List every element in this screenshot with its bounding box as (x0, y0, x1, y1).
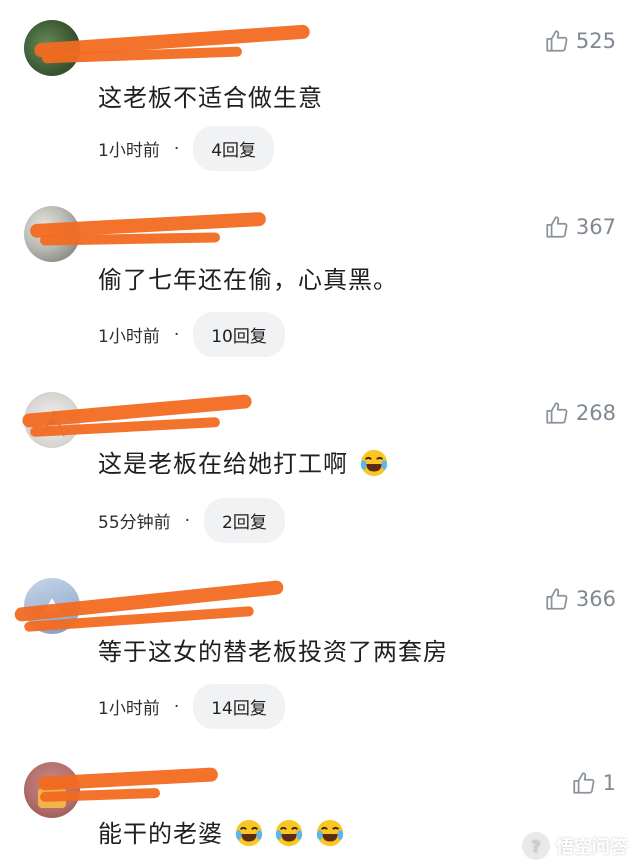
meta-separator: · (184, 510, 191, 531)
thumbs-up-icon (546, 402, 568, 424)
like-button[interactable]: 268 (544, 400, 616, 426)
thumbs-up-icon (546, 30, 568, 52)
meta-separator: · (173, 138, 180, 159)
comment-item: 366 等于这女的替老板投资了两套房 1小时前 · 14回复 (0, 578, 640, 738)
reply-count-button[interactable]: 14回复 (193, 684, 285, 729)
comment-time: 55分钟前 (98, 513, 171, 533)
comment-meta: 1小时前 · 4回复 (98, 126, 275, 171)
comment-meta: 1小时前 · 14回复 (98, 684, 285, 729)
like-count: 525 (575, 29, 616, 53)
like-button[interactable]: 1 (571, 770, 616, 796)
comment-text: 这老板不适合做生意 (98, 84, 323, 112)
comment-text: 这是老板在给她打工啊 (98, 444, 389, 479)
reply-count-button[interactable]: 2回复 (204, 498, 285, 543)
comment-text: 等于这女的替老板投资了两套房 (98, 638, 448, 666)
comment-text: 能干的老婆 (98, 814, 345, 849)
meta-separator: · (173, 324, 180, 345)
comment-time: 1小时前 (98, 699, 160, 719)
comment-time: 1小时前 (98, 141, 160, 161)
laughing-crying-emoji-icon (235, 819, 262, 847)
comment-item: 525 这老板不适合做生意 1小时前 · 4回复 (0, 20, 640, 180)
comment-text-content: 能干的老婆 (98, 820, 223, 848)
thumbs-up-icon (546, 588, 568, 610)
laughing-crying-emoji-icon (276, 819, 303, 847)
reply-count-button[interactable]: 4回复 (193, 126, 275, 171)
like-button[interactable]: 367 (544, 214, 616, 240)
meta-separator: · (173, 696, 180, 717)
wukong-logo-icon: ? (522, 832, 550, 860)
like-count: 366 (575, 587, 616, 611)
like-button[interactable]: 525 (544, 28, 616, 54)
thumbs-up-icon (573, 772, 595, 794)
watermark-text: 悟空问答 (556, 837, 628, 858)
comment-text-content: 这是老板在给她打工啊 (98, 450, 348, 478)
comment-item: 268 这是老板在给她打工啊 55分钟前 · 2回复 (0, 392, 640, 552)
thumbs-up-icon (546, 216, 568, 238)
like-count: 367 (575, 215, 616, 239)
like-count: 1 (602, 771, 616, 795)
like-count: 268 (575, 401, 616, 425)
comment-text: 偷了七年还在偷，心真黑。 (98, 266, 398, 294)
laughing-crying-emoji-icon (360, 449, 387, 477)
laughing-crying-emoji-icon (316, 819, 344, 847)
reply-count-button[interactable]: 10回复 (193, 312, 285, 357)
watermark: ? 悟空问答 (522, 832, 628, 860)
comment-item: 367 偷了七年还在偷，心真黑。 1小时前 · 10回复 (0, 206, 640, 366)
like-button[interactable]: 366 (544, 586, 616, 612)
comment-time: 1小时前 (98, 327, 160, 347)
redaction-mark (39, 232, 221, 246)
comment-meta: 1小时前 · 10回复 (98, 312, 285, 357)
comment-meta: 55分钟前 · 2回复 (98, 498, 285, 543)
